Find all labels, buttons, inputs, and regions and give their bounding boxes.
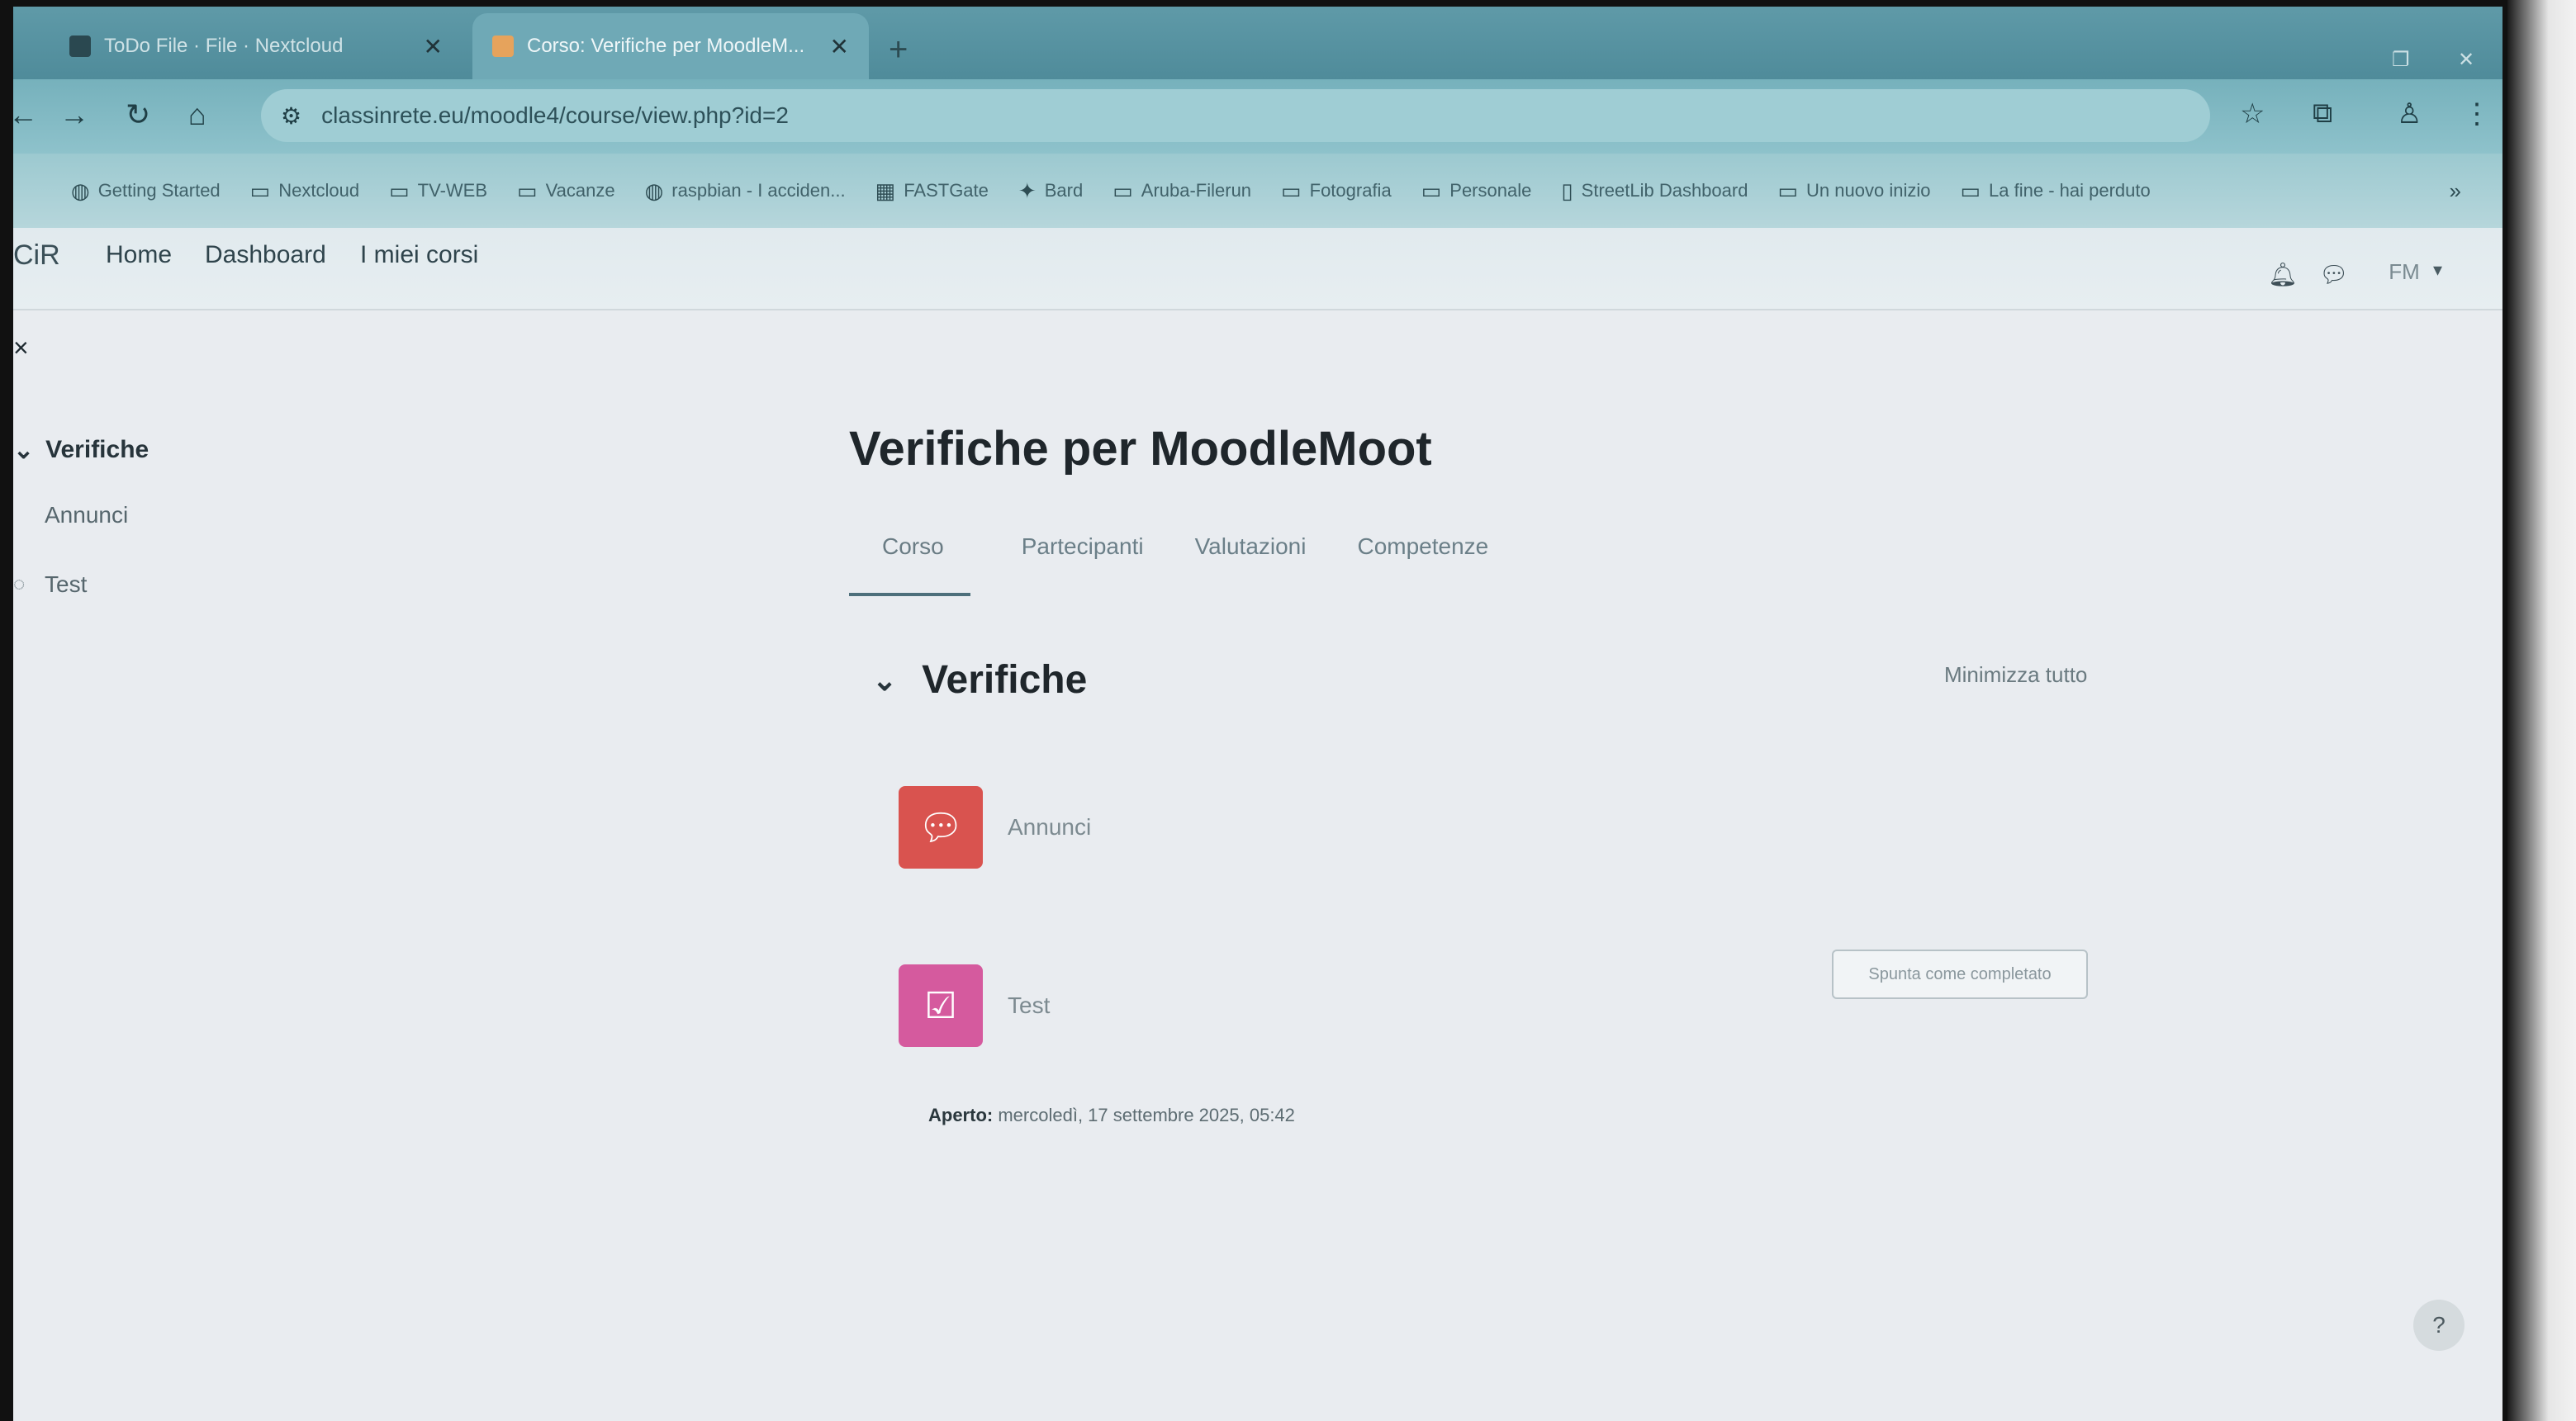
page-icon: ▯ (1561, 178, 1573, 203)
back-icon[interactable]: ← (13, 97, 38, 132)
chevron-down-icon[interactable]: ⌄ (872, 663, 897, 698)
dates-value: mercoledì, 17 settembre 2025, 05:42 (998, 1105, 1295, 1125)
profile-icon[interactable]: ♙ (2397, 97, 2422, 130)
browser-tab-course[interactable]: Corso: Verifiche per MoodleM... ✕ (472, 13, 869, 79)
moodle-navbar: CiR Home Dashboard I miei corsi 🔔︎ 💬︎ FM… (13, 228, 2502, 310)
mark-as-done-button[interactable]: Spunta come completato (1832, 950, 2088, 999)
tab-title: Corso: Verifiche per MoodleM... (527, 35, 805, 57)
tab-title: ToDo File · File · Nextcloud (104, 35, 344, 57)
bookmark-aruba-filerun[interactable]: ▭ Aruba-Filerun (1112, 178, 1251, 204)
browser-tab-nextcloud[interactable]: ToDo File · File · Nextcloud ✕ (50, 13, 463, 79)
course-secondary-nav: Corso Partecipanti Valutazioni Competenz… (849, 527, 1488, 596)
course-index-item-annunci[interactable]: Annunci (45, 502, 128, 528)
close-course-index-icon[interactable]: × (13, 333, 29, 363)
folder-icon: ▭ (1112, 178, 1133, 203)
nav-my-courses[interactable]: I miei corsi (360, 241, 478, 269)
bookmark-raspbian[interactable]: ◍ raspbian - I acciden... (645, 178, 846, 204)
course-index-item-test[interactable]: Test (45, 571, 87, 598)
activity-dates: Aperto: mercoledì, 17 settembre 2025, 05… (928, 1105, 1295, 1126)
bookmarks-bar: ◍ Getting Started ▭ Nextcloud ▭ TV-WEB ▭ Vac… (13, 154, 2502, 228)
sparkle-icon: ✦ (1018, 178, 1037, 203)
bookmark-streetlib[interactable]: ▯ StreetLib Dashboard (1561, 178, 1748, 204)
globe-icon: ◍ (644, 178, 664, 203)
more-bookmarks-icon[interactable]: » (2450, 178, 2461, 204)
bookmark-la-fine[interactable]: ▭ La fine - hai perduto (1960, 178, 2150, 204)
folder-icon: ▭ (1281, 178, 1302, 203)
bookmark-getting-started[interactable]: ◍ Getting Started (71, 178, 221, 204)
bookmark-fastgate[interactable]: ▦ FASTGate (875, 178, 989, 204)
extensions-icon[interactable]: ⧉ (2313, 97, 2332, 130)
messages-icon[interactable]: 💬︎ (2319, 261, 2349, 288)
home-icon[interactable]: ⌂ (188, 97, 206, 132)
bookmark-bard[interactable]: ✦ Bard (1018, 178, 1083, 204)
chevron-down-icon: ⌄ (13, 437, 35, 464)
new-tab-button[interactable]: + (889, 31, 908, 69)
help-button[interactable]: ? (2413, 1300, 2465, 1351)
bookmark-un-nuovo-inizio[interactable]: ▭ Un nuovo inizio (1777, 178, 1930, 204)
bookmark-tv-web[interactable]: ▭ TV-WEB (389, 178, 487, 204)
tab-corso[interactable]: Corso (849, 527, 970, 596)
section-title: Verifiche (922, 658, 1088, 702)
folder-icon: ▭ (1421, 178, 1442, 203)
close-window-icon[interactable]: ✕ (2458, 48, 2474, 72)
quiz-icon: ☑ (899, 964, 983, 1047)
bookmark-star-icon[interactable]: ☆ (2240, 97, 2265, 130)
nextcloud-favicon-icon (69, 36, 91, 57)
monitor-bezel-top (0, 0, 2576, 7)
forward-icon[interactable]: → (59, 97, 89, 132)
page-title: Verifiche per MoodleMoot (849, 422, 1432, 476)
tab-valutazioni[interactable]: Valutazioni (1195, 527, 1307, 596)
folder-icon: ▭ (1777, 178, 1799, 203)
bookmark-nextcloud[interactable]: ▭ Nextcloud (250, 178, 359, 204)
course-index-section-label: Verifiche (45, 436, 149, 463)
bookmark-fotografia[interactable]: ▭ Fotografia (1281, 178, 1392, 204)
browser-window: ToDo File · File · Nextcloud ✕ Corso: Ve… (13, 7, 2507, 1421)
url-text: classinrete.eu/moodle4/course/view.php?i… (321, 102, 789, 128)
nav-dashboard[interactable]: Dashboard (205, 241, 326, 269)
page-icon: ▦ (875, 178, 896, 203)
folder-icon: ▭ (517, 178, 538, 203)
tab-competenze[interactable]: Competenze (1357, 527, 1488, 596)
user-avatar[interactable]: FM (2375, 251, 2433, 292)
globe-icon: ◍ (71, 178, 90, 203)
activity-annunci[interactable]: 💬︎ Annunci (899, 786, 1091, 869)
nav-home[interactable]: Home (106, 241, 172, 269)
notifications-bell-icon[interactable]: 🔔︎ (2268, 261, 2298, 288)
menu-kebab-icon[interactable]: ⋮ (2463, 97, 2491, 130)
section-header[interactable]: ⌄ Verifiche (872, 657, 1087, 703)
activity-name[interactable]: Annunci (1008, 814, 1091, 841)
restore-window-icon[interactable]: ❐ (2392, 48, 2410, 72)
activity-name[interactable]: Test (1008, 992, 1050, 1019)
bookmark-vacanze[interactable]: ▭ Vacanze (517, 178, 615, 204)
tab-strip: ToDo File · File · Nextcloud ✕ Corso: Ve… (13, 7, 2502, 79)
site-logo[interactable]: CiR (13, 239, 60, 272)
dates-label: Aperto: (928, 1105, 994, 1125)
close-tab-icon[interactable]: ✕ (424, 33, 443, 60)
course-index-section[interactable]: ⌄ Verifiche (13, 436, 149, 465)
address-bar[interactable]: ⚙ classinrete.eu/moodle4/course/view.php… (261, 89, 2210, 142)
activity-test[interactable]: ☑ Test (899, 964, 1050, 1047)
tab-partecipanti[interactable]: Partecipanti (1022, 527, 1144, 596)
folder-icon: ▭ (389, 178, 410, 203)
site-info-icon[interactable]: ⚙ (281, 102, 301, 130)
monitor-bezel-left (0, 0, 13, 1421)
user-menu-caret-icon[interactable]: ▾ (2433, 259, 2442, 281)
reload-icon[interactable]: ↻ (126, 97, 150, 132)
completion-circle-icon: ◌ (13, 573, 26, 595)
forum-icon: 💬︎ (899, 786, 983, 869)
folder-icon: ▭ (1960, 178, 1981, 203)
folder-icon: ▭ (249, 178, 271, 203)
monitor-bezel-right (2507, 0, 2576, 1421)
browser-toolbar: ← → ↻ ⌂ ⚙ classinrete.eu/moodle4/course/… (13, 79, 2502, 154)
moodle-favicon-icon (492, 36, 514, 57)
close-tab-icon[interactable]: ✕ (830, 33, 849, 60)
bookmark-personale[interactable]: ▭ Personale (1421, 178, 1532, 204)
collapse-all-link[interactable]: Minimizza tutto (1944, 662, 2087, 688)
